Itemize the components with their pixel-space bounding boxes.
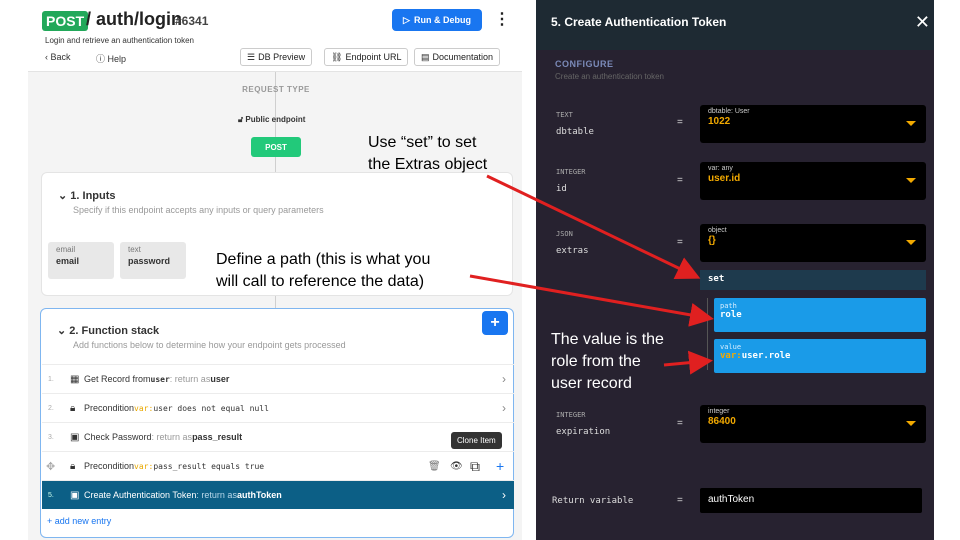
inputs-subtitle: Specify if this endpoint accepts any inp… [73, 205, 324, 215]
equals-sign: = [677, 237, 683, 248]
function-stack-card: ⌄ 2. Function stack Add functions below … [40, 308, 514, 538]
param-input-id[interactable]: var: any user.id [700, 162, 926, 200]
endpoint-description: Login and retrieve an authentication tok… [45, 36, 194, 45]
endpoint-header: POST / auth/login #6341 Login and retrie… [28, 0, 522, 72]
input-chip-password[interactable]: text password [120, 242, 186, 279]
equals-sign: = [677, 418, 683, 429]
tree-connector [707, 298, 708, 370]
function-icon: ▣ [70, 431, 80, 443]
document-icon: ▤ [421, 51, 430, 62]
help-icon: ⓘ [96, 54, 108, 64]
clone-icon[interactable]: ⧉ [470, 458, 480, 475]
set-path-field[interactable]: path role [714, 298, 926, 332]
add-function-button[interactable]: + [482, 311, 508, 335]
param-label-dbtable: TEXT dbtable [556, 111, 594, 137]
param-input-expiration[interactable]: integer 86400 [700, 405, 926, 443]
public-endpoint-label: 🔓︎ Public endpoint [238, 115, 306, 124]
equals-sign: = [677, 495, 683, 506]
method-badge: POST [42, 11, 89, 31]
endpoint-url-button[interactable]: ⛓ Endpoint URL [324, 48, 409, 66]
endpoint-id: #6341 [175, 14, 209, 28]
add-icon[interactable]: + [496, 458, 504, 474]
help-link[interactable]: ⓘ Help [96, 52, 126, 65]
request-type-label: REQUEST TYPE [242, 85, 310, 94]
function-config-panel: 5. Create Authentication Token ✕ CONFIGU… [536, 0, 934, 540]
equals-sign: = [677, 175, 683, 186]
param-input-dbtable[interactable]: dbtable: User 1022 [700, 105, 926, 143]
endpoint-path: / auth/login [86, 9, 182, 29]
input-chip-email[interactable]: email email [48, 242, 114, 279]
configure-label: CONFIGURE [555, 59, 614, 69]
link-icon: ⛓ [331, 51, 343, 62]
clone-item-tooltip: Clone Item [451, 432, 502, 449]
param-label-id: INTEGER id [556, 168, 586, 194]
configure-subtitle: Create an authentication token [555, 72, 664, 81]
method-pill[interactable]: POST [251, 137, 301, 157]
chevron-down-icon: ⌄ [58, 190, 71, 202]
close-icon[interactable]: ✕ [915, 12, 930, 33]
plus-icon: + [47, 516, 55, 526]
chevron-right-icon: › [502, 401, 506, 415]
dropdown-arrow-icon [906, 421, 916, 426]
stack-row-2[interactable]: 2. 🔒︎ Precondition var: user does not equ… [42, 393, 514, 422]
dropdown-arrow-icon [906, 121, 916, 126]
param-label-expiration: INTEGER expiration [556, 411, 611, 437]
param-input-extras[interactable]: object{} [700, 224, 926, 262]
inputs-title[interactable]: ⌄ 1. Inputs [58, 189, 116, 202]
function-stack-subtitle: Add functions below to determine how you… [73, 340, 346, 350]
annotation-path: Define a path (this is what you will call… [216, 251, 431, 290]
play-icon: ▷ [403, 14, 410, 25]
return-variable-input[interactable]: authToken [700, 488, 922, 513]
set-filter-bar[interactable]: set [700, 270, 926, 290]
eye-icon[interactable]: 👁︎ [450, 461, 463, 472]
table-icon: ▦ [70, 373, 80, 385]
database-icon: ☰ [247, 51, 256, 62]
lock-icon: 🔒︎ [70, 460, 76, 472]
documentation-button[interactable]: ▤ Documentation [414, 48, 501, 66]
panel-header: 5. Create Authentication Token ✕ [536, 0, 934, 50]
chevron-right-icon: › [502, 488, 506, 502]
equals-sign: = [677, 117, 683, 128]
annotation-value: The value is the role from the user record [551, 331, 664, 392]
more-menu-icon[interactable]: ⋮ [494, 9, 510, 29]
function-icon: ▣ [70, 489, 80, 501]
db-preview-button[interactable]: ☰ DB Preview [240, 48, 313, 66]
function-stack-title[interactable]: ⌄ 2. Function stack [57, 324, 159, 337]
param-label-extras: JSON extras [556, 230, 589, 256]
back-link[interactable]: ‹ Back [45, 52, 71, 62]
chevron-down-icon: ⌄ [57, 325, 70, 337]
stack-row-3[interactable]: 3. ▣ Check Password : return as pass_res… [42, 422, 514, 451]
return-variable-label: Return variable [552, 496, 634, 506]
run-debug-button[interactable]: ▷ Run & Debug [392, 9, 482, 31]
stack-row-1[interactable]: 1. ▦ Get Record from user: return as use… [42, 364, 514, 393]
drag-handle-icon[interactable]: ✥ [42, 460, 70, 473]
dropdown-arrow-icon [906, 178, 916, 183]
lock-icon: 🔒︎ [70, 402, 76, 414]
dropdown-arrow-icon [906, 240, 916, 245]
stack-row-4[interactable]: ✥ 🔒︎ Precondition var: pass_result equals… [42, 451, 514, 480]
add-new-entry-link[interactable]: + add new entry [47, 516, 111, 526]
stack-row-5[interactable]: 5. ▣ Create Authentication Token : retur… [42, 480, 514, 509]
annotation-set: Use “set” to set the Extras object [368, 134, 488, 173]
set-value-field[interactable]: value var:user.role [714, 339, 926, 373]
trash-icon[interactable]: 🗑︎ [428, 461, 441, 472]
panel-title: 5. Create Authentication Token [551, 15, 727, 29]
chevron-right-icon: › [502, 372, 506, 386]
